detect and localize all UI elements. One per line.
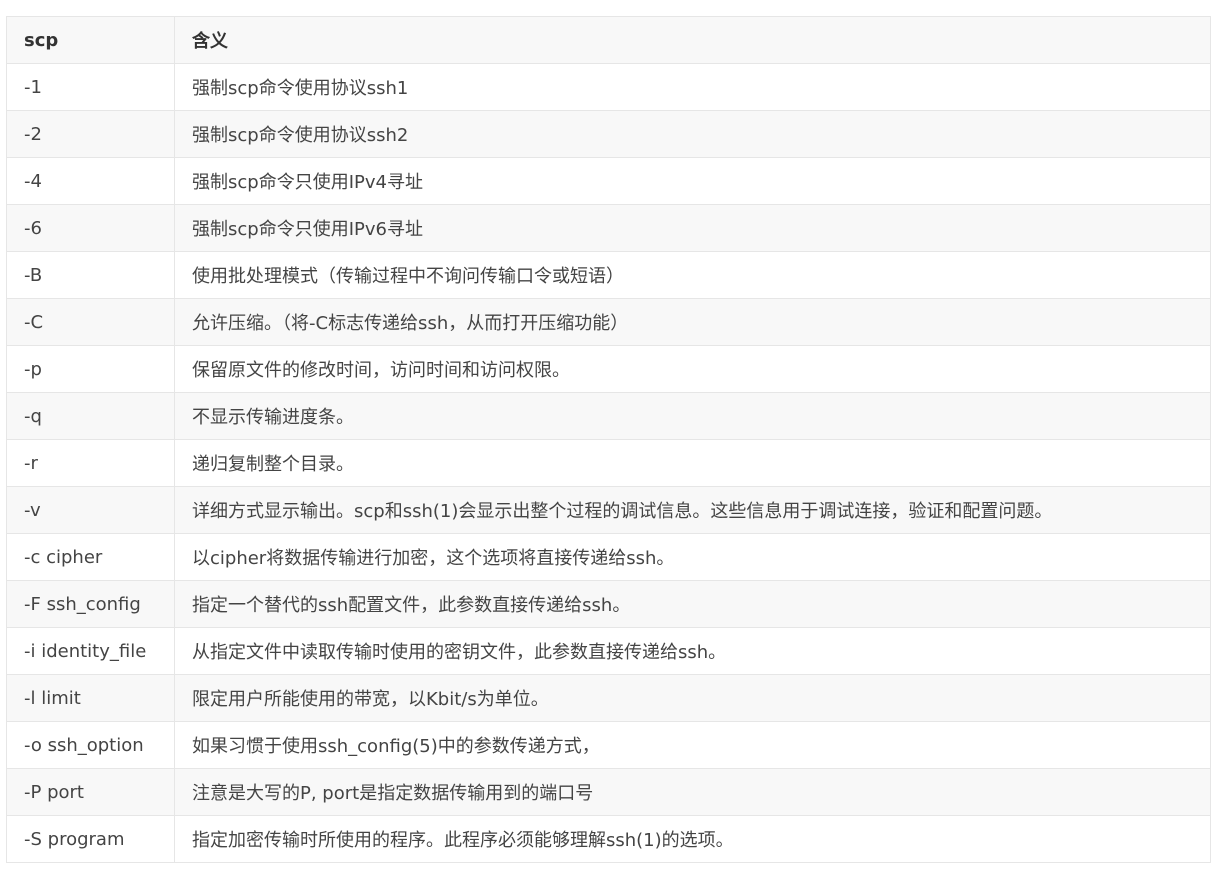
meaning-cell: 使用批处理模式（传输过程中不询问传输口令或短语） xyxy=(174,251,1211,299)
header-meaning: 含义 xyxy=(174,16,1211,64)
table-row: -2 强制scp命令使用协议ssh2 xyxy=(6,110,1211,158)
meaning-cell: 递归复制整个目录。 xyxy=(174,439,1211,487)
meaning-cell: 指定一个替代的ssh配置文件，此参数直接传递给ssh。 xyxy=(174,580,1211,628)
table-row: -4 强制scp命令只使用IPv4寻址 xyxy=(6,157,1211,205)
option-cell: -6 xyxy=(6,204,175,252)
option-cell: -v xyxy=(6,486,175,534)
option-cell: -C xyxy=(6,298,175,346)
option-cell: -q xyxy=(6,392,175,440)
scp-options-table-container: scp 含义 -1 强制scp命令使用协议ssh1 -2 强制scp命令使用协议ss… xyxy=(6,16,1211,863)
meaning-cell: 限定用户所能使用的带宽，以Kbit/s为单位。 xyxy=(174,674,1211,722)
meaning-cell: 保留原文件的修改时间，访问时间和访问权限。 xyxy=(174,345,1211,393)
table-row: -v 详细方式显示输出。scp和ssh(1)会显示出整个过程的调试信息。这些信息用… xyxy=(6,486,1211,534)
meaning-cell: 强制scp命令使用协议ssh1 xyxy=(174,63,1211,111)
option-cell: -S program xyxy=(6,815,175,863)
option-cell: -2 xyxy=(6,110,175,158)
meaning-cell: 强制scp命令只使用IPv4寻址 xyxy=(174,157,1211,205)
meaning-cell: 强制scp命令只使用IPv6寻址 xyxy=(174,204,1211,252)
table-row: -6 强制scp命令只使用IPv6寻址 xyxy=(6,204,1211,252)
meaning-cell: 指定加密传输时所使用的程序。此程序必须能够理解ssh(1)的选项。 xyxy=(174,815,1211,863)
meaning-cell: 如果习惯于使用ssh_config(5)中的参数传递方式， xyxy=(174,721,1211,769)
table-row: -l limit 限定用户所能使用的带宽，以Kbit/s为单位。 xyxy=(6,674,1211,722)
meaning-cell: 允许压缩。（将-C标志传递给ssh，从而打开压缩功能） xyxy=(174,298,1211,346)
table-row: -p 保留原文件的修改时间，访问时间和访问权限。 xyxy=(6,345,1211,393)
table-row: -1 强制scp命令使用协议ssh1 xyxy=(6,63,1211,111)
table-body: -1 强制scp命令使用协议ssh1 -2 强制scp命令使用协议ssh2 -4 强制… xyxy=(6,63,1211,863)
meaning-cell: 不显示传输进度条。 xyxy=(174,392,1211,440)
meaning-cell: 以cipher将数据传输进行加密，这个选项将直接传递给ssh。 xyxy=(174,533,1211,581)
option-cell: -4 xyxy=(6,157,175,205)
table-row: -S program 指定加密传输时所使用的程序。此程序必须能够理解ssh(1)的… xyxy=(6,815,1211,863)
option-cell: -o ssh_option xyxy=(6,721,175,769)
option-cell: -c cipher xyxy=(6,533,175,581)
table-row: -C 允许压缩。（将-C标志传递给ssh，从而打开压缩功能） xyxy=(6,298,1211,346)
table-row: -q 不显示传输进度条。 xyxy=(6,392,1211,440)
table-header-row: scp 含义 xyxy=(6,16,1211,64)
meaning-cell: 注意是大写的P, port是指定数据传输用到的端口号 xyxy=(174,768,1211,816)
table-row: -F ssh_config 指定一个替代的ssh配置文件，此参数直接传递给ssh。 xyxy=(6,580,1211,628)
header-option: scp xyxy=(6,16,175,64)
option-cell: -p xyxy=(6,345,175,393)
meaning-cell: 详细方式显示输出。scp和ssh(1)会显示出整个过程的调试信息。这些信息用于调… xyxy=(174,486,1211,534)
option-cell: -l limit xyxy=(6,674,175,722)
table-row: -o ssh_option 如果习惯于使用ssh_config(5)中的参数传递方… xyxy=(6,721,1211,769)
table-row: -P port 注意是大写的P, port是指定数据传输用到的端口号 xyxy=(6,768,1211,816)
option-cell: -i identity_file xyxy=(6,627,175,675)
table-row: -r 递归复制整个目录。 xyxy=(6,439,1211,487)
meaning-cell: 强制scp命令使用协议ssh2 xyxy=(174,110,1211,158)
option-cell: -1 xyxy=(6,63,175,111)
table-row: -c cipher 以cipher将数据传输进行加密，这个选项将直接传递给ssh。 xyxy=(6,533,1211,581)
option-cell: -B xyxy=(6,251,175,299)
meaning-cell: 从指定文件中读取传输时使用的密钥文件，此参数直接传递给ssh。 xyxy=(174,627,1211,675)
option-cell: -r xyxy=(6,439,175,487)
option-cell: -F ssh_config xyxy=(6,580,175,628)
scp-options-table: scp 含义 -1 强制scp命令使用协议ssh1 -2 强制scp命令使用协议ss… xyxy=(6,16,1211,863)
option-cell: -P port xyxy=(6,768,175,816)
table-row: -B 使用批处理模式（传输过程中不询问传输口令或短语） xyxy=(6,251,1211,299)
table-row: -i identity_file 从指定文件中读取传输时使用的密钥文件，此参数直接… xyxy=(6,627,1211,675)
